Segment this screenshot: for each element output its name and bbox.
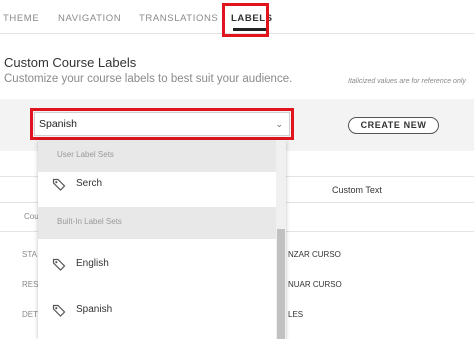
tag-icon <box>52 258 66 271</box>
tab-translations[interactable]: TRANSLATIONS <box>139 13 218 24</box>
select-highlight <box>30 108 294 140</box>
tab-navigation[interactable]: NAVIGATION <box>58 13 121 24</box>
dropdown-item-label: Serch <box>76 178 103 189</box>
labels-tab-highlight <box>222 3 269 37</box>
table-row-key: STA <box>22 250 37 259</box>
dropdown-item-spanish[interactable]: Spanish <box>38 290 276 330</box>
table-row-value: NZAR CURSO <box>288 250 341 259</box>
dropdown-item-serch[interactable]: Serch <box>38 172 276 212</box>
dropdown-item-english[interactable]: English <box>38 244 276 284</box>
table-row-key: DET <box>22 310 38 319</box>
tag-icon <box>52 178 66 191</box>
dropdown-group-label: User Label Sets <box>57 150 114 159</box>
dropdown-group-label: Built-In Label Sets <box>57 217 122 226</box>
table-row-value: NUAR CURSO <box>288 280 342 289</box>
dropdown-item-label: Spanish <box>76 304 113 315</box>
column-header-custom-text: Custom Text <box>332 185 382 195</box>
table-row-key: RES <box>22 280 39 289</box>
dropdown-item-label: English <box>76 258 109 269</box>
section-title: Custom Course Labels <box>4 55 137 70</box>
section-subtitle: Customize your course labels to best sui… <box>4 73 293 85</box>
create-new-button[interactable]: CREATE NEW <box>348 117 439 134</box>
dropdown-group-header: User Label Sets <box>38 140 276 172</box>
tag-icon <box>52 304 66 317</box>
italic-reference-note: Italicized values are for reference only <box>348 78 466 85</box>
table-row-value: LES <box>288 310 304 319</box>
dropdown-scrollbar-thumb[interactable] <box>277 229 285 339</box>
tab-theme[interactable]: THEME <box>3 13 39 24</box>
label-set-dropdown[interactable]: User Label Sets Serch Built-In Label Set… <box>38 140 286 339</box>
column-header-course: Cou <box>24 212 39 221</box>
dropdown-group-header: Built-In Label Sets <box>38 207 276 239</box>
